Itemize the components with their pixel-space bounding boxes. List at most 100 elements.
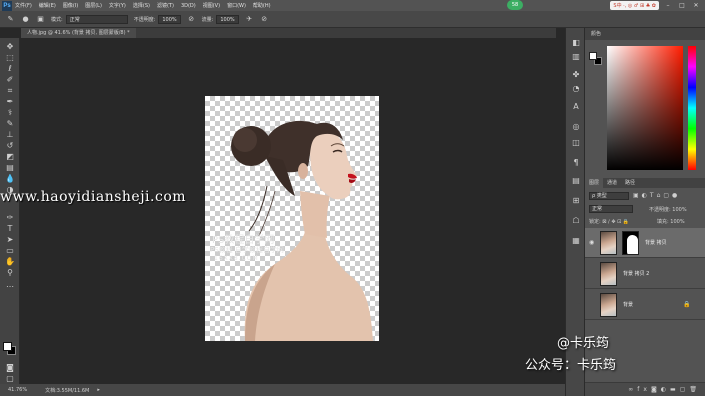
layer-filter-icons[interactable]: ▣◐T⌂▢● — [633, 192, 680, 199]
brush-settings-icon[interactable]: ▥ — [571, 52, 581, 62]
layer-thumbnail[interactable] — [600, 293, 617, 317]
move-tool-icon[interactable]: ✥ — [4, 42, 16, 52]
brush-tool-icon[interactable]: ✎ — [6, 15, 15, 24]
document-info[interactable]: 文档:3.55M/11.6M — [45, 387, 89, 394]
menu-help[interactable]: 帮助(H) — [253, 2, 271, 9]
color-picker-field[interactable] — [607, 46, 683, 170]
gradient-tool-icon[interactable]: ▤ — [4, 163, 16, 173]
document-canvas[interactable] — [205, 96, 379, 341]
quick-select-tool-icon[interactable]: ✐ — [4, 75, 16, 85]
brush-panel-icon[interactable]: ▣ — [36, 15, 45, 24]
marquee-tool-icon[interactable]: ⬚ — [4, 53, 16, 63]
zoom-level[interactable]: 41.76% — [8, 387, 27, 393]
layers-panel-tabs: 图层 通道 路径 — [585, 178, 705, 188]
hand-tool-icon[interactable]: ✋ — [4, 257, 16, 267]
layer-row[interactable]: 背景 拷贝 2 — [585, 259, 705, 289]
user-avatar[interactable]: 58 — [507, 0, 523, 10]
menu-file[interactable]: 文件(F) — [15, 2, 32, 9]
visibility-eye-icon[interactable]: ◉ — [589, 239, 597, 247]
new-group-icon[interactable]: ▬ — [670, 386, 680, 393]
paragraph-panel-icon[interactable]: ▤ — [571, 176, 581, 186]
stamp-tool-icon[interactable]: ⊥ — [4, 130, 16, 140]
type-tool-icon[interactable]: T — [4, 224, 16, 234]
foreground-color-swatch[interactable] — [3, 342, 12, 351]
new-layer-icon[interactable]: ▢ — [680, 386, 690, 393]
eraser-tool-icon[interactable]: ◩ — [4, 152, 16, 162]
layer-fill[interactable]: 填充: 100% — [657, 218, 685, 225]
maximize-icon[interactable]: □ — [677, 1, 687, 10]
paths-panel-icon[interactable]: ☖ — [571, 216, 581, 226]
properties-panel-icon[interactable]: ◫ — [571, 138, 581, 148]
link-layers-icon[interactable]: ∞ — [628, 386, 637, 393]
layer-style-icon[interactable]: fx — [637, 386, 651, 393]
history-brush-tool-icon[interactable]: ↺ — [4, 141, 16, 151]
healing-tool-icon[interactable]: ⚕ — [4, 108, 16, 118]
pressure-size-icon[interactable]: ⊘ — [260, 15, 269, 24]
eyedropper-tool-icon[interactable]: ✒ — [4, 97, 16, 107]
tab-channels[interactable]: 通道 — [603, 178, 621, 188]
layer-row[interactable]: ◉ 背景 拷贝 — [585, 228, 705, 258]
pen-tool-icon[interactable]: ✑ — [4, 213, 16, 223]
brush-tool-icon[interactable]: ✎ — [4, 119, 16, 129]
document-tab[interactable]: 人物.jpg @ 41.6% (背景 拷贝, 图层蒙版/8) * — [21, 28, 136, 38]
path-select-tool-icon[interactable]: ➤ — [4, 235, 16, 245]
menu-select[interactable]: 选择(S) — [133, 2, 150, 9]
mode-select[interactable]: 正常 — [65, 14, 128, 24]
flow-field[interactable]: 100% — [216, 14, 239, 24]
brush-preset-icon[interactable]: ● — [21, 15, 30, 24]
character-panel-icon[interactable]: ¶ — [571, 158, 581, 168]
more-tools-icon[interactable]: ⋯ — [4, 282, 16, 292]
tab-layers[interactable]: 图层 — [585, 178, 604, 188]
opacity-field[interactable]: 100% — [158, 14, 181, 24]
menu-filter[interactable]: 滤镜(T) — [157, 2, 174, 9]
layers-panel-footer: ∞ fx ◙ ◐ ▬ ▢ 🗑 — [585, 382, 705, 396]
menu-type[interactable]: 文字(Y) — [109, 2, 126, 9]
history-panel-icon[interactable]: ◧ — [571, 38, 581, 48]
airbrush-icon[interactable]: ✈ — [245, 15, 254, 24]
layer-mask-thumbnail[interactable] — [622, 231, 639, 255]
lock-options[interactable]: 锁定: ⊠ ∕ ✥ ⊡ 🔒 — [589, 218, 629, 225]
lock-icon: 🔒 — [683, 301, 691, 308]
swatches-panel-icon[interactable]: ✤ — [571, 70, 581, 80]
menu-edit[interactable]: 编辑(E) — [39, 2, 56, 9]
menu-layer[interactable]: 图层(L) — [85, 2, 102, 9]
tab-paths[interactable]: 路径 — [621, 178, 639, 188]
blur-tool-icon[interactable]: 💧 — [4, 174, 16, 184]
crop-tool-icon[interactable]: ⌗ — [4, 86, 16, 96]
menu-image[interactable]: 图像(I) — [63, 2, 78, 9]
quick-mask-icon[interactable]: ◙ — [4, 363, 16, 373]
hue-slider[interactable] — [688, 46, 696, 170]
adjustments-panel-icon[interactable]: ◔ — [571, 84, 581, 94]
zoom-tool-icon[interactable]: ⚲ — [4, 268, 16, 278]
close-icon[interactable]: ✕ — [691, 1, 701, 10]
menu-3d[interactable]: 3D(D) — [181, 3, 196, 9]
adjustment-layer-icon[interactable]: ◐ — [661, 386, 670, 393]
glyphs-panel-icon[interactable]: ⊞ — [571, 196, 581, 206]
status-arrow-icon[interactable]: ▸ — [97, 387, 100, 393]
canvas-area[interactable] — [21, 38, 556, 384]
delete-layer-icon[interactable]: 🗑 — [689, 386, 701, 393]
layer-thumbnail[interactable] — [600, 231, 617, 255]
color-panel-title[interactable]: 颜色 — [585, 28, 705, 40]
pressure-opacity-icon[interactable]: ⊘ — [187, 15, 196, 24]
layer-opacity[interactable]: 不透明度: 100% — [649, 206, 687, 213]
layer-name[interactable]: 背景 拷贝 — [645, 239, 667, 246]
layer-kind-filter[interactable]: ρ 类型 — [589, 192, 629, 200]
styles-panel-icon[interactable]: A — [571, 102, 581, 112]
add-mask-icon[interactable]: ◙ — [651, 386, 661, 393]
layer-row[interactable]: 背景 🔒 — [585, 290, 705, 320]
lasso-tool-icon[interactable]: ℓ — [4, 64, 16, 74]
minimize-icon[interactable]: – — [663, 1, 673, 10]
menu-window[interactable]: 窗口(W) — [227, 2, 246, 9]
panel-foreground-swatch[interactable] — [589, 52, 597, 60]
info-panel-icon[interactable]: ◎ — [571, 122, 581, 132]
ime-toolbar[interactable]: S中 ·, ◎ ♂ ⊞ ♣ ✿ — [610, 1, 659, 10]
layer-name[interactable]: 背景 — [623, 301, 633, 308]
blend-mode-select[interactable]: 正常 — [589, 205, 633, 213]
shape-tool-icon[interactable]: ▭ — [4, 246, 16, 256]
menu-view[interactable]: 视图(V) — [203, 2, 220, 9]
layer-thumbnail[interactable] — [600, 262, 617, 286]
layer-name[interactable]: 背景 拷贝 2 — [623, 270, 649, 277]
screen-mode-icon[interactable]: ▢ — [4, 374, 16, 384]
notes-panel-icon[interactable]: ▦ — [571, 236, 581, 246]
